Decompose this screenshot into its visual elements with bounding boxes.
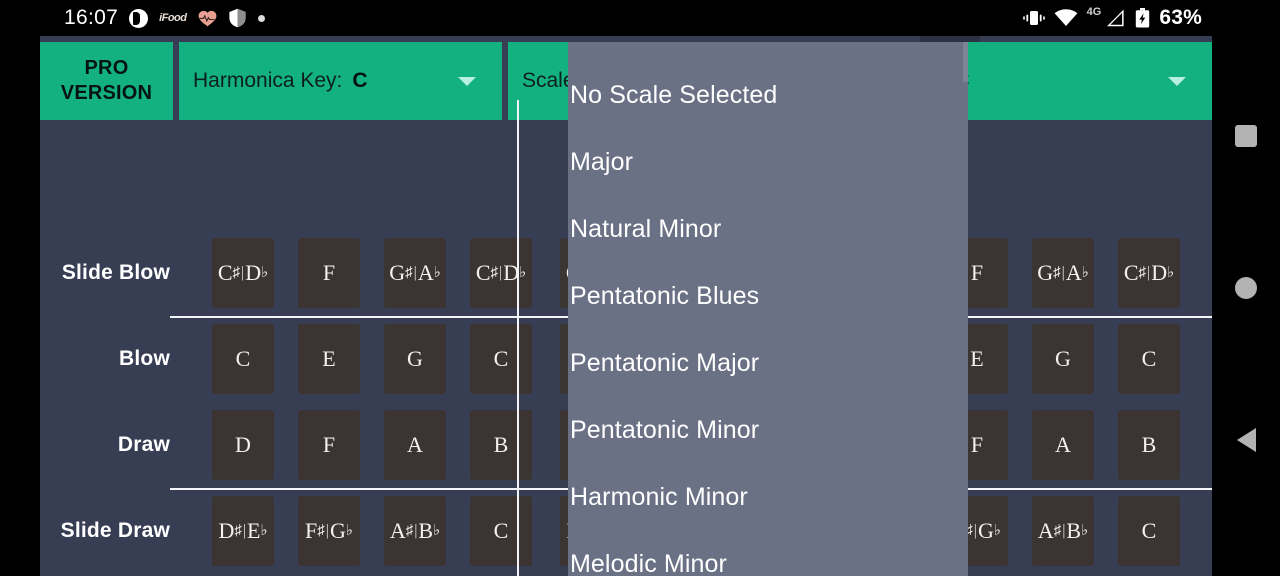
android-navigation-bar [1212, 0, 1280, 576]
dropdown-option[interactable]: No Scale Selected [568, 62, 968, 129]
recents-square-icon [1235, 125, 1257, 147]
note-cell[interactable]: G ♯ | A ♭ [384, 238, 446, 308]
back-triangle-icon [1236, 428, 1256, 452]
row-label-blow: Blow [119, 347, 170, 370]
note-cell[interactable]: C [1118, 496, 1180, 566]
row-label-draw: Draw [117, 433, 170, 456]
note-cell[interactable]: D [212, 410, 274, 480]
harmonica-key-dropdown[interactable]: Harmonica Key: C [179, 42, 502, 120]
harmonica-key-label: Harmonica Key: [193, 69, 343, 92]
chevron-down-icon [1168, 77, 1186, 86]
app-circle-icon [129, 8, 149, 28]
status-bar-left: 16:07 iFood [64, 6, 265, 30]
note-cell[interactable]: G ♯ | A ♭ [1032, 238, 1094, 308]
vibrate-icon [1022, 9, 1045, 27]
status-bar: 16:07 iFood 4G 63% [0, 0, 1280, 36]
row-label-slide-draw: Slide Draw [60, 519, 170, 542]
note-cell[interactable]: A [1032, 410, 1094, 480]
dropdown-option[interactable]: Major [568, 129, 968, 196]
harmonica-app: PRO VERSION Harmonica Key: C Scale: cale… [40, 36, 1212, 576]
note-cell[interactable]: C [470, 324, 532, 394]
note-cell[interactable]: G [384, 324, 446, 394]
dropdown-option[interactable]: Harmonic Minor [568, 464, 968, 531]
status-clock: 16:07 [64, 6, 119, 29]
dropdown-option[interactable]: Natural Minor [568, 196, 968, 263]
note-cell[interactable]: E [298, 324, 360, 394]
note-cell[interactable]: C♯|D♭ [1118, 238, 1180, 308]
note-cell[interactable]: C [1118, 324, 1180, 394]
note-cell[interactable]: C♯|D♭ [470, 238, 532, 308]
home-button[interactable] [1212, 233, 1280, 343]
network-type-label: 4G [1086, 6, 1102, 18]
wifi-icon [1054, 9, 1078, 27]
harmonica-key-value: C [352, 69, 368, 92]
note-cell[interactable]: A [384, 410, 446, 480]
pro-version-button[interactable]: PRO VERSION [40, 42, 173, 120]
battery-charging-icon [1135, 8, 1150, 28]
note-cell[interactable]: G [1032, 324, 1094, 394]
note-cell[interactable]: C [470, 496, 532, 566]
pro-version-line1: PRO [84, 57, 129, 79]
battery-percent-label: 63% [1159, 6, 1202, 29]
recents-button[interactable] [1212, 81, 1280, 191]
note-cell[interactable]: F [298, 410, 360, 480]
pro-version-line2: VERSION [60, 82, 153, 104]
octave-divider [517, 100, 519, 576]
ifood-wordmark-icon: iFood [159, 12, 187, 24]
dropdown-option[interactable]: Pentatonic Minor [568, 397, 968, 464]
row-label-slide-blow: Slide Blow [61, 261, 170, 284]
heart-rate-icon [198, 10, 217, 27]
shield-icon [228, 8, 247, 28]
note-cell[interactable]: D♯|E♭ [212, 496, 274, 566]
signal-icon [1106, 9, 1126, 27]
note-cell[interactable]: B [1118, 410, 1180, 480]
note-cell[interactable]: C♯|D♭ [212, 238, 274, 308]
back-button[interactable] [1212, 385, 1280, 495]
status-bar-right: 4G 63% [1022, 0, 1202, 36]
dropdown-option[interactable]: Pentatonic Blues [568, 263, 968, 330]
note-cell[interactable]: F [298, 238, 360, 308]
note-cell[interactable]: B [470, 410, 532, 480]
dot-icon [257, 14, 265, 22]
chevron-down-icon [458, 77, 476, 86]
screen-root: 16:07 iFood 4G 63% PRO VERSION Harmonica… [0, 0, 1280, 576]
home-circle-icon [1235, 277, 1257, 299]
scale-options-dropdown[interactable]: No Scale Selected Major Natural Minor Penta… [568, 42, 968, 576]
note-cell[interactable]: A ♯ | B ♭ [1032, 496, 1094, 566]
note-cell[interactable]: C [212, 324, 274, 394]
note-cell[interactable]: F♯|G♭ [298, 496, 360, 566]
dropdown-option[interactable]: Melodic Minor [568, 531, 968, 576]
note-cell[interactable]: A ♯ | B ♭ [384, 496, 446, 566]
dropdown-option[interactable]: Pentatonic Major [568, 330, 968, 397]
